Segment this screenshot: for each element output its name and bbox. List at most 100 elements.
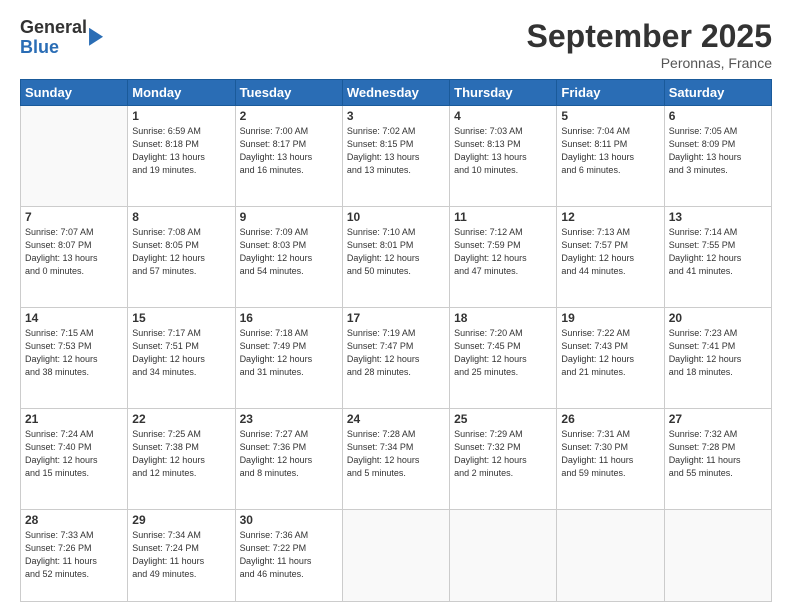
day-number: 28 xyxy=(25,513,123,527)
calendar-cell: 21 Sunrise: 7:24 AM Sunset: 7:40 PM Dayli… xyxy=(21,408,128,509)
day-info: Sunrise: 7:27 AM Sunset: 7:36 PM Dayligh… xyxy=(240,428,338,480)
day-number: 18 xyxy=(454,311,552,325)
logo-text: General Blue xyxy=(20,18,87,58)
day-number: 25 xyxy=(454,412,552,426)
calendar-cell: 14 Sunrise: 7:15 AM Sunset: 7:53 PM Dayli… xyxy=(21,307,128,408)
day-info: Sunrise: 7:00 AM Sunset: 8:17 PM Dayligh… xyxy=(240,125,338,177)
week-row-1: 7Sunrise: 7:07 AM Sunset: 8:07 PM Daylig… xyxy=(21,206,772,307)
header: General Blue September 2025 Peronnas, Fr… xyxy=(20,18,772,71)
week-row-3: 21 Sunrise: 7:24 AM Sunset: 7:40 PM Dayli… xyxy=(21,408,772,509)
week-row-0: 1Sunrise: 6:59 AM Sunset: 8:18 PM Daylig… xyxy=(21,106,772,207)
day-info: Sunrise: 7:31 AM Sunset: 7:30 PM Dayligh… xyxy=(561,428,659,480)
day-number: 23 xyxy=(240,412,338,426)
calendar-cell xyxy=(557,509,664,602)
day-number: 16 xyxy=(240,311,338,325)
calendar-cell: 5Sunrise: 7:04 AM Sunset: 8:11 PM Daylig… xyxy=(557,106,664,207)
calendar-cell: 2 Sunrise: 7:00 AM Sunset: 8:17 PM Daylig… xyxy=(235,106,342,207)
calendar-cell: 11Sunrise: 7:12 AM Sunset: 7:59 PM Dayli… xyxy=(450,206,557,307)
day-info: Sunrise: 7:34 AM Sunset: 7:24 PM Dayligh… xyxy=(132,529,230,581)
calendar-cell: 17Sunrise: 7:19 AM Sunset: 7:47 PM Dayli… xyxy=(342,307,449,408)
day-info: Sunrise: 7:13 AM Sunset: 7:57 PM Dayligh… xyxy=(561,226,659,278)
day-number: 4 xyxy=(454,109,552,123)
day-info: Sunrise: 7:12 AM Sunset: 7:59 PM Dayligh… xyxy=(454,226,552,278)
day-header-sunday: Sunday xyxy=(21,80,128,106)
day-number: 22 xyxy=(132,412,230,426)
calendar-cell: 13Sunrise: 7:14 AM Sunset: 7:55 PM Dayli… xyxy=(664,206,771,307)
calendar-cell: 30Sunrise: 7:36 AM Sunset: 7:22 PM Dayli… xyxy=(235,509,342,602)
day-info: Sunrise: 7:29 AM Sunset: 7:32 PM Dayligh… xyxy=(454,428,552,480)
day-number: 24 xyxy=(347,412,445,426)
calendar-cell xyxy=(21,106,128,207)
subtitle: Peronnas, France xyxy=(527,55,772,71)
day-info: Sunrise: 7:05 AM Sunset: 8:09 PM Dayligh… xyxy=(669,125,767,177)
day-info: Sunrise: 7:09 AM Sunset: 8:03 PM Dayligh… xyxy=(240,226,338,278)
calendar-cell xyxy=(342,509,449,602)
logo-icon xyxy=(89,28,103,46)
calendar-cell xyxy=(664,509,771,602)
day-number: 10 xyxy=(347,210,445,224)
day-header-friday: Friday xyxy=(557,80,664,106)
day-number: 1 xyxy=(132,109,230,123)
day-info: Sunrise: 7:20 AM Sunset: 7:45 PM Dayligh… xyxy=(454,327,552,379)
calendar-cell: 26 Sunrise: 7:31 AM Sunset: 7:30 PM Dayli… xyxy=(557,408,664,509)
day-number: 27 xyxy=(669,412,767,426)
day-number: 8 xyxy=(132,210,230,224)
day-number: 6 xyxy=(669,109,767,123)
logo-blue: Blue xyxy=(20,38,87,58)
day-number: 7 xyxy=(25,210,123,224)
day-number: 2 xyxy=(240,109,338,123)
calendar-cell: 19 Sunrise: 7:22 AM Sunset: 7:43 PM Dayli… xyxy=(557,307,664,408)
calendar-cell: 10Sunrise: 7:10 AM Sunset: 8:01 PM Dayli… xyxy=(342,206,449,307)
day-header-monday: Monday xyxy=(128,80,235,106)
page: General Blue September 2025 Peronnas, Fr… xyxy=(0,0,792,612)
day-info: Sunrise: 7:18 AM Sunset: 7:49 PM Dayligh… xyxy=(240,327,338,379)
month-title: September 2025 xyxy=(527,18,772,55)
day-number: 17 xyxy=(347,311,445,325)
day-number: 3 xyxy=(347,109,445,123)
day-info: Sunrise: 7:36 AM Sunset: 7:22 PM Dayligh… xyxy=(240,529,338,581)
day-info: Sunrise: 7:23 AM Sunset: 7:41 PM Dayligh… xyxy=(669,327,767,379)
logo-general: General xyxy=(20,18,87,38)
week-row-4: 28Sunrise: 7:33 AM Sunset: 7:26 PM Dayli… xyxy=(21,509,772,602)
title-block: September 2025 Peronnas, France xyxy=(527,18,772,71)
day-info: Sunrise: 7:22 AM Sunset: 7:43 PM Dayligh… xyxy=(561,327,659,379)
calendar-cell: 25 Sunrise: 7:29 AM Sunset: 7:32 PM Dayli… xyxy=(450,408,557,509)
day-number: 12 xyxy=(561,210,659,224)
calendar-cell: 27 Sunrise: 7:32 AM Sunset: 7:28 PM Dayli… xyxy=(664,408,771,509)
calendar-cell: 16 Sunrise: 7:18 AM Sunset: 7:49 PM Dayli… xyxy=(235,307,342,408)
calendar-cell: 9 Sunrise: 7:09 AM Sunset: 8:03 PM Daylig… xyxy=(235,206,342,307)
calendar-cell: 22 Sunrise: 7:25 AM Sunset: 7:38 PM Dayli… xyxy=(128,408,235,509)
day-info: Sunrise: 7:15 AM Sunset: 7:53 PM Dayligh… xyxy=(25,327,123,379)
day-number: 26 xyxy=(561,412,659,426)
calendar: SundayMondayTuesdayWednesdayThursdayFrid… xyxy=(20,79,772,602)
calendar-cell: 15Sunrise: 7:17 AM Sunset: 7:51 PM Dayli… xyxy=(128,307,235,408)
day-info: Sunrise: 7:08 AM Sunset: 8:05 PM Dayligh… xyxy=(132,226,230,278)
calendar-cell: 6 Sunrise: 7:05 AM Sunset: 8:09 PM Daylig… xyxy=(664,106,771,207)
day-number: 14 xyxy=(25,311,123,325)
calendar-cell: 29 Sunrise: 7:34 AM Sunset: 7:24 PM Dayli… xyxy=(128,509,235,602)
week-row-2: 14 Sunrise: 7:15 AM Sunset: 7:53 PM Dayli… xyxy=(21,307,772,408)
day-info: Sunrise: 7:32 AM Sunset: 7:28 PM Dayligh… xyxy=(669,428,767,480)
calendar-cell: 1Sunrise: 6:59 AM Sunset: 8:18 PM Daylig… xyxy=(128,106,235,207)
day-number: 20 xyxy=(669,311,767,325)
day-info: Sunrise: 7:25 AM Sunset: 7:38 PM Dayligh… xyxy=(132,428,230,480)
logo: General Blue xyxy=(20,18,103,58)
header-row: SundayMondayTuesdayWednesdayThursdayFrid… xyxy=(21,80,772,106)
day-number: 29 xyxy=(132,513,230,527)
day-info: Sunrise: 7:17 AM Sunset: 7:51 PM Dayligh… xyxy=(132,327,230,379)
day-info: Sunrise: 7:02 AM Sunset: 8:15 PM Dayligh… xyxy=(347,125,445,177)
day-header-saturday: Saturday xyxy=(664,80,771,106)
calendar-cell: 18 Sunrise: 7:20 AM Sunset: 7:45 PM Dayli… xyxy=(450,307,557,408)
day-number: 9 xyxy=(240,210,338,224)
day-info: Sunrise: 7:28 AM Sunset: 7:34 PM Dayligh… xyxy=(347,428,445,480)
day-info: Sunrise: 7:04 AM Sunset: 8:11 PM Dayligh… xyxy=(561,125,659,177)
calendar-cell: 20 Sunrise: 7:23 AM Sunset: 7:41 PM Dayli… xyxy=(664,307,771,408)
calendar-cell: 4Sunrise: 7:03 AM Sunset: 8:13 PM Daylig… xyxy=(450,106,557,207)
day-header-thursday: Thursday xyxy=(450,80,557,106)
day-info: Sunrise: 7:24 AM Sunset: 7:40 PM Dayligh… xyxy=(25,428,123,480)
day-number: 19 xyxy=(561,311,659,325)
day-number: 21 xyxy=(25,412,123,426)
day-info: Sunrise: 7:14 AM Sunset: 7:55 PM Dayligh… xyxy=(669,226,767,278)
calendar-cell: 8 Sunrise: 7:08 AM Sunset: 8:05 PM Daylig… xyxy=(128,206,235,307)
calendar-cell xyxy=(450,509,557,602)
